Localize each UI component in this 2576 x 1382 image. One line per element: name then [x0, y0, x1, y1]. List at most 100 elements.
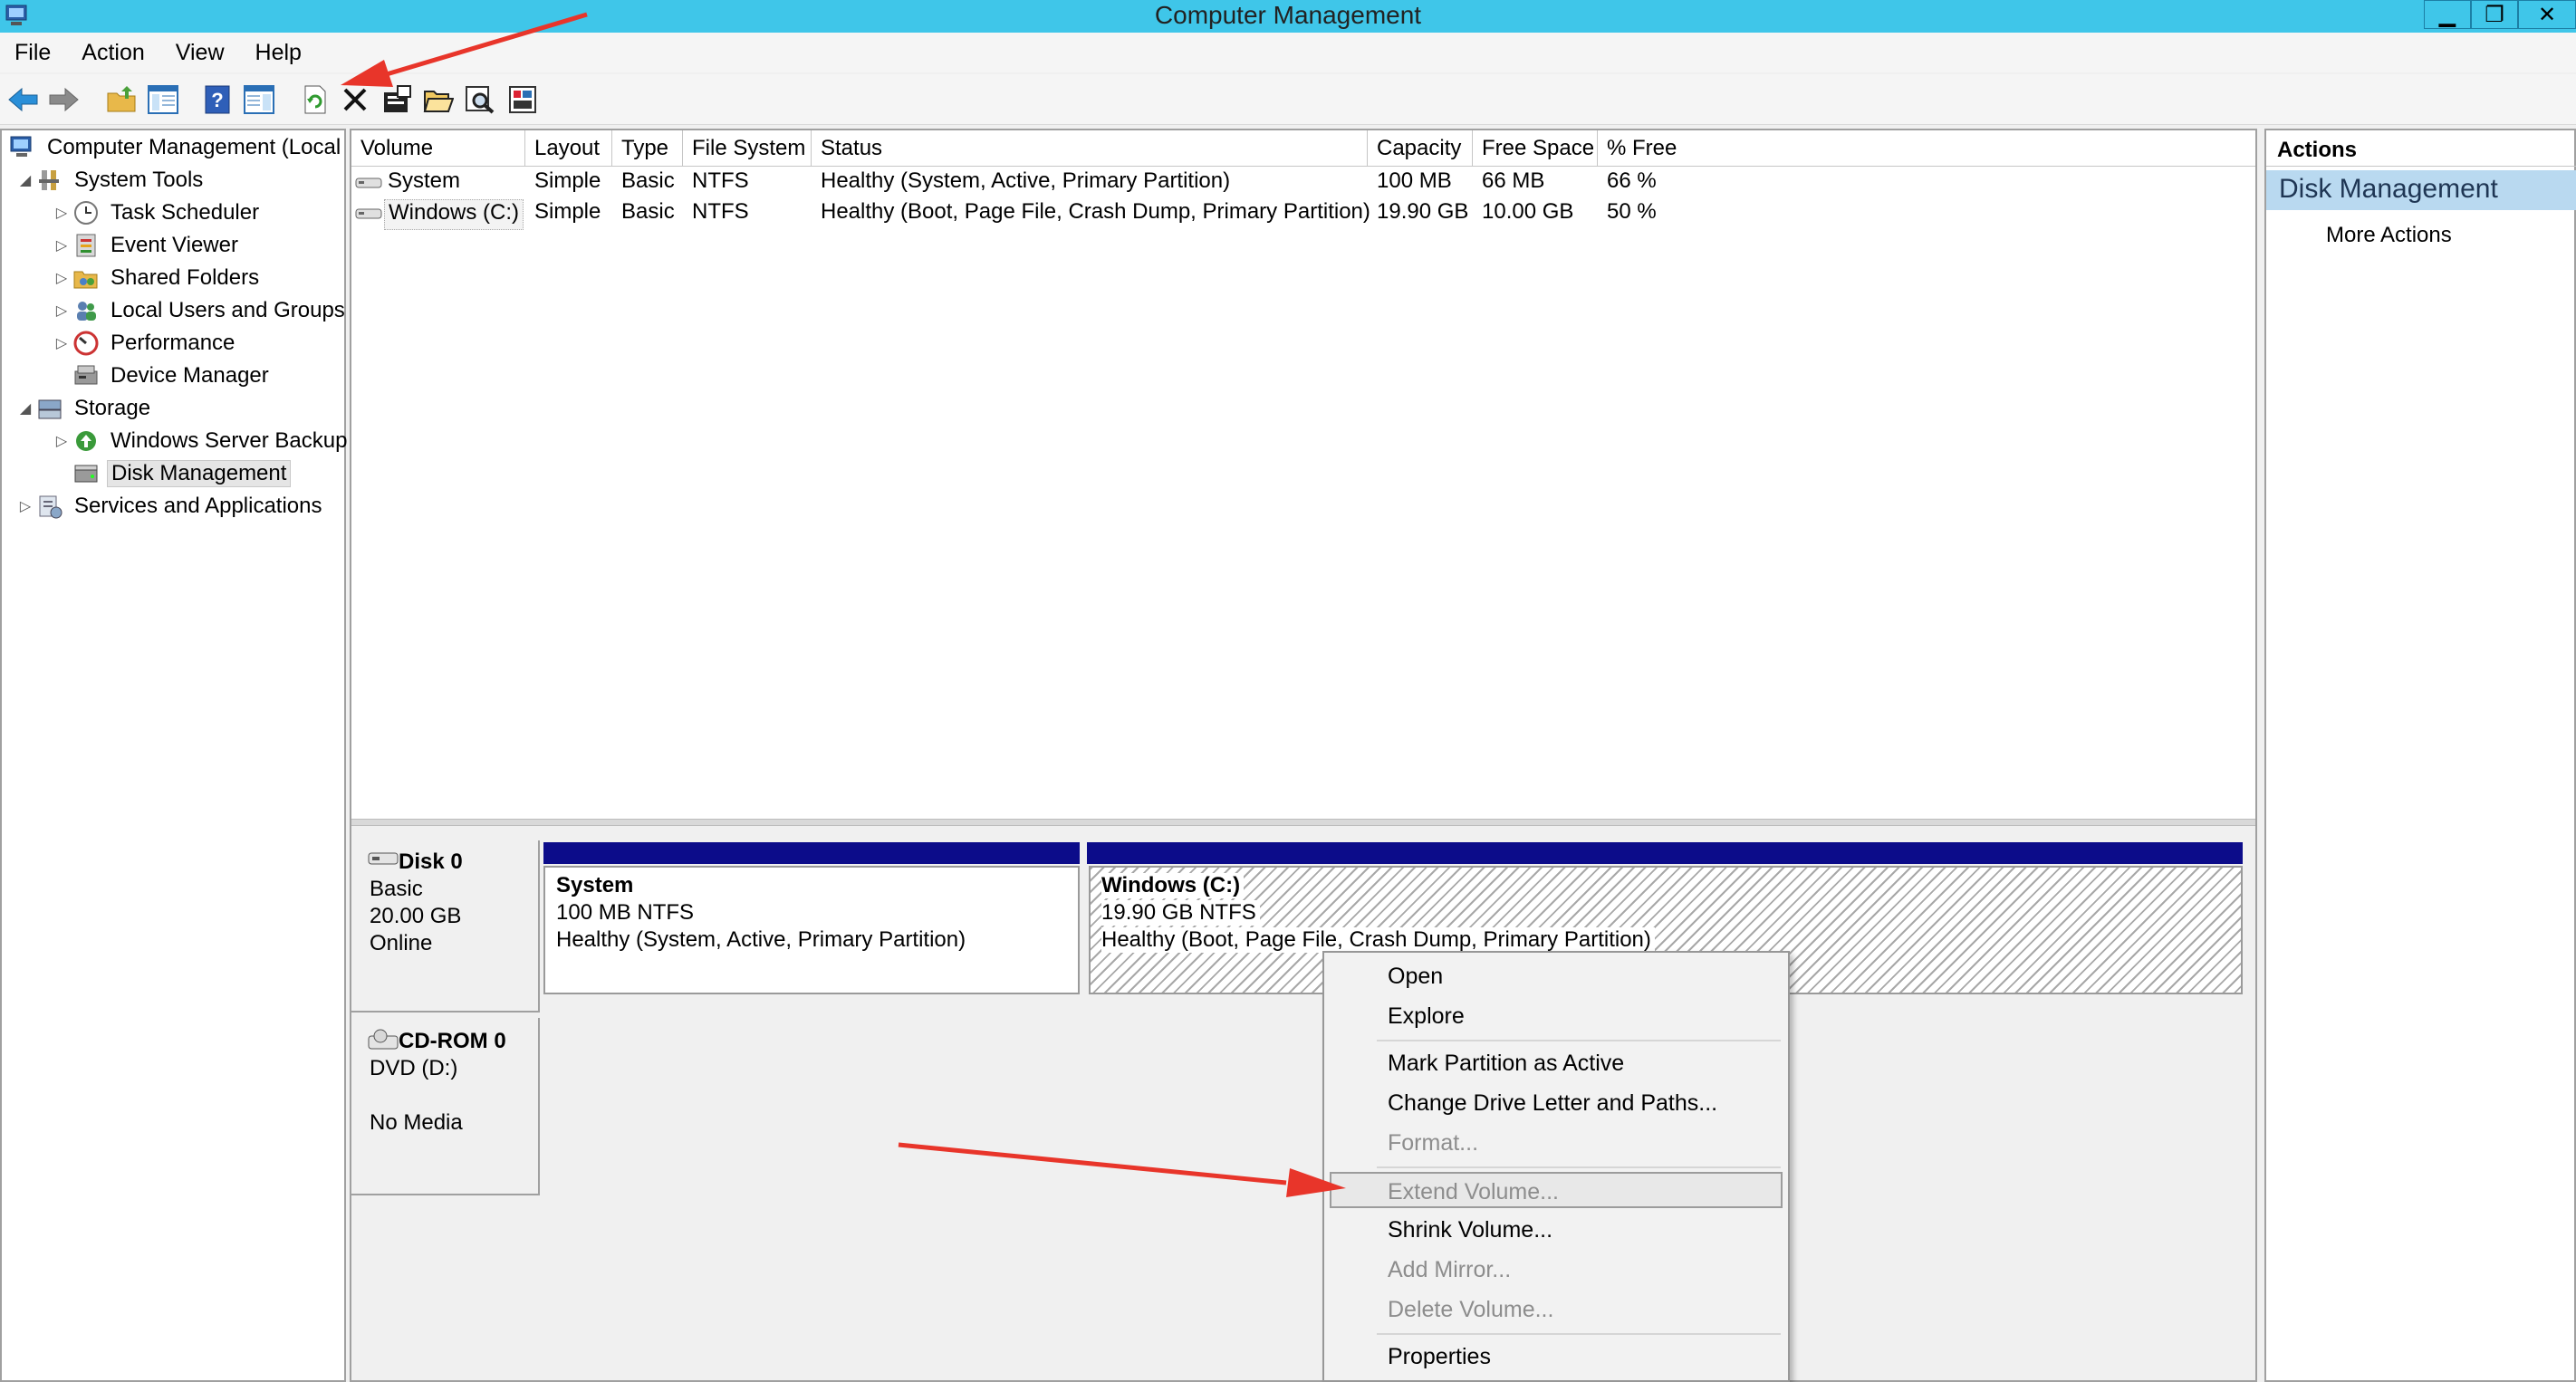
cell-capacity: 100 MB — [1377, 168, 1452, 193]
column-header-layout[interactable]: Layout — [525, 130, 612, 167]
tree-item-event-viewer[interactable]: ▷ Event Viewer — [53, 230, 242, 261]
disk-type: Basic — [370, 877, 423, 901]
expand-arrow-icon[interactable]: ▷ — [53, 204, 71, 222]
restore-button[interactable]: ❐ — [2471, 0, 2518, 29]
collapse-arrow-icon[interactable]: ◢ — [16, 399, 34, 417]
tree-item-computer-management[interactable]: Computer Management (Local — [7, 132, 344, 163]
cell-type: Basic — [621, 168, 675, 193]
tree-item-shared-folders[interactable]: ▷ Shared Folders — [53, 263, 263, 293]
menu-separator — [1377, 1040, 1781, 1041]
toolbar: ? — [0, 74, 2576, 125]
backup-icon — [71, 427, 101, 455]
menu-bar: File Action View Help — [0, 33, 2576, 72]
device-manager-icon — [71, 362, 101, 389]
column-header-status[interactable]: Status — [812, 130, 1368, 167]
expand-arrow-icon[interactable]: ▷ — [53, 269, 71, 287]
back-arrow-icon[interactable] — [5, 82, 42, 118]
help-icon[interactable]: ? — [199, 82, 235, 118]
cell-layout: Simple — [534, 168, 601, 193]
volume-drive-icon — [355, 178, 382, 188]
tree-item-label: System Tools — [74, 168, 204, 192]
menu-item-explore[interactable]: Explore — [1324, 998, 1788, 1034]
cell-percent-free: 50 % — [1607, 199, 1657, 224]
tree-item-disk-management[interactable]: Disk Management — [53, 458, 292, 489]
menu-action[interactable]: Action — [82, 40, 144, 66]
open-folder-icon[interactable] — [420, 82, 457, 118]
menu-item-open[interactable]: Open — [1324, 958, 1788, 994]
expand-arrow-icon[interactable]: ▷ — [53, 334, 71, 352]
tree-item-performance[interactable]: ▷ Performance — [53, 328, 238, 359]
disk-0-label[interactable]: Disk 0 Basic 20.00 GB Online — [351, 840, 540, 1013]
actions-pane: Actions Disk Management More Actions — [2264, 129, 2576, 1382]
tree-item-system-tools[interactable]: ◢ System Tools — [16, 165, 207, 196]
partition-status: Healthy (Boot, Page File, Crash Dump, Pr… — [1101, 927, 1655, 953]
show-hide-console-tree-icon[interactable] — [145, 82, 181, 118]
menu-item-delete-volume[interactable]: Delete Volume... — [1324, 1291, 1788, 1328]
tree-item-label: Computer Management (Local — [47, 135, 341, 159]
column-header-percent-free[interactable]: % Free — [1598, 130, 2255, 167]
column-header-file-system[interactable]: File System — [683, 130, 812, 167]
actions-section-disk-management[interactable]: Disk Management — [2266, 170, 2576, 210]
expand-arrow-icon[interactable]: ▷ — [53, 432, 71, 450]
tree-item-storage[interactable]: ◢ Storage — [16, 393, 154, 424]
column-header-capacity[interactable]: Capacity — [1368, 130, 1473, 167]
event-viewer-icon — [71, 232, 101, 259]
menu-item-properties[interactable]: Properties — [1324, 1339, 1788, 1375]
disk-name: Disk 0 — [399, 849, 463, 874]
expand-arrow-icon[interactable]: ▷ — [16, 497, 34, 515]
collapse-arrow-icon[interactable]: ◢ — [16, 171, 34, 189]
tree-item-local-users-and-groups[interactable]: ▷ Local Users and Groups — [53, 295, 349, 326]
menu-item-change-drive-letter[interactable]: Change Drive Letter and Paths... — [1324, 1085, 1788, 1121]
volume-drive-icon — [355, 208, 382, 219]
tree-item-label: Services and Applications — [74, 494, 322, 518]
forward-arrow-icon[interactable] — [45, 82, 82, 118]
show-hide-action-pane-icon[interactable] — [241, 82, 277, 118]
tree-item-windows-server-backup[interactable]: ▷ Windows Server Backup — [53, 426, 351, 456]
column-header-type[interactable]: Type — [612, 130, 683, 167]
menu-help[interactable]: Help — [255, 40, 302, 66]
menu-separator — [1377, 1166, 1781, 1168]
export-list-icon[interactable] — [505, 82, 542, 118]
storage-icon — [34, 395, 65, 422]
tree-item-task-scheduler[interactable]: ▷ Task Scheduler — [53, 197, 263, 228]
tree-item-label: Performance — [111, 331, 235, 355]
partition-system[interactable]: System 100 MB NTFS Healthy (System, Acti… — [543, 866, 1080, 994]
menu-item-mark-partition-active[interactable]: Mark Partition as Active — [1324, 1045, 1788, 1081]
cell-free-space: 10.00 GB — [1482, 199, 1574, 224]
expand-arrow-icon[interactable]: ▷ — [53, 302, 71, 320]
refresh-icon[interactable] — [297, 82, 333, 118]
partition-size: 100 MB NTFS — [556, 900, 695, 925]
menu-file[interactable]: File — [14, 40, 51, 66]
close-button[interactable]: ✕ — [2518, 0, 2576, 29]
partition-header-system — [543, 842, 1080, 864]
expand-arrow-icon[interactable]: ▷ — [53, 236, 71, 254]
properties-icon[interactable] — [379, 82, 415, 118]
cell-layout: Simple — [534, 199, 601, 224]
column-header-free-space[interactable]: Free Space — [1473, 130, 1598, 167]
drive-letter: DVD (D:) — [370, 1056, 458, 1080]
more-actions-link[interactable]: More Actions — [2326, 223, 2452, 248]
minimize-button[interactable]: ▁ — [2424, 0, 2471, 29]
delete-icon[interactable] — [337, 82, 373, 118]
partition-size: 19.90 GB NTFS — [1101, 900, 1260, 926]
disk-size: 20.00 GB — [370, 904, 462, 928]
find-icon[interactable] — [462, 82, 498, 118]
pane-splitter[interactable] — [351, 819, 2255, 826]
tree-item-services-and-applications[interactable]: ▷ Services and Applications — [16, 491, 326, 522]
clock-icon — [71, 199, 101, 226]
disk-management-icon — [71, 460, 101, 487]
menu-item-format[interactable]: Format... — [1324, 1125, 1788, 1161]
services-icon — [34, 493, 65, 520]
up-folder-icon[interactable] — [103, 82, 139, 118]
menu-item-shrink-volume[interactable]: Shrink Volume... — [1324, 1212, 1788, 1248]
column-header-volume[interactable]: Volume — [351, 130, 525, 167]
menu-item-extend-volume[interactable]: Extend Volume... — [1330, 1172, 1783, 1208]
tree-item-device-manager[interactable]: Device Manager — [53, 360, 273, 391]
hard-disk-icon — [368, 852, 399, 865]
cdrom-0-label[interactable]: CD-ROM 0 DVD (D:) No Media — [351, 1018, 540, 1195]
menu-view[interactable]: View — [176, 40, 225, 66]
cell-type: Basic — [621, 199, 675, 224]
cell-status: Healthy (Boot, Page File, Crash Dump, Pr… — [821, 199, 1370, 224]
cell-volume: Windows (C:) — [384, 199, 524, 230]
menu-item-add-mirror[interactable]: Add Mirror... — [1324, 1252, 1788, 1288]
